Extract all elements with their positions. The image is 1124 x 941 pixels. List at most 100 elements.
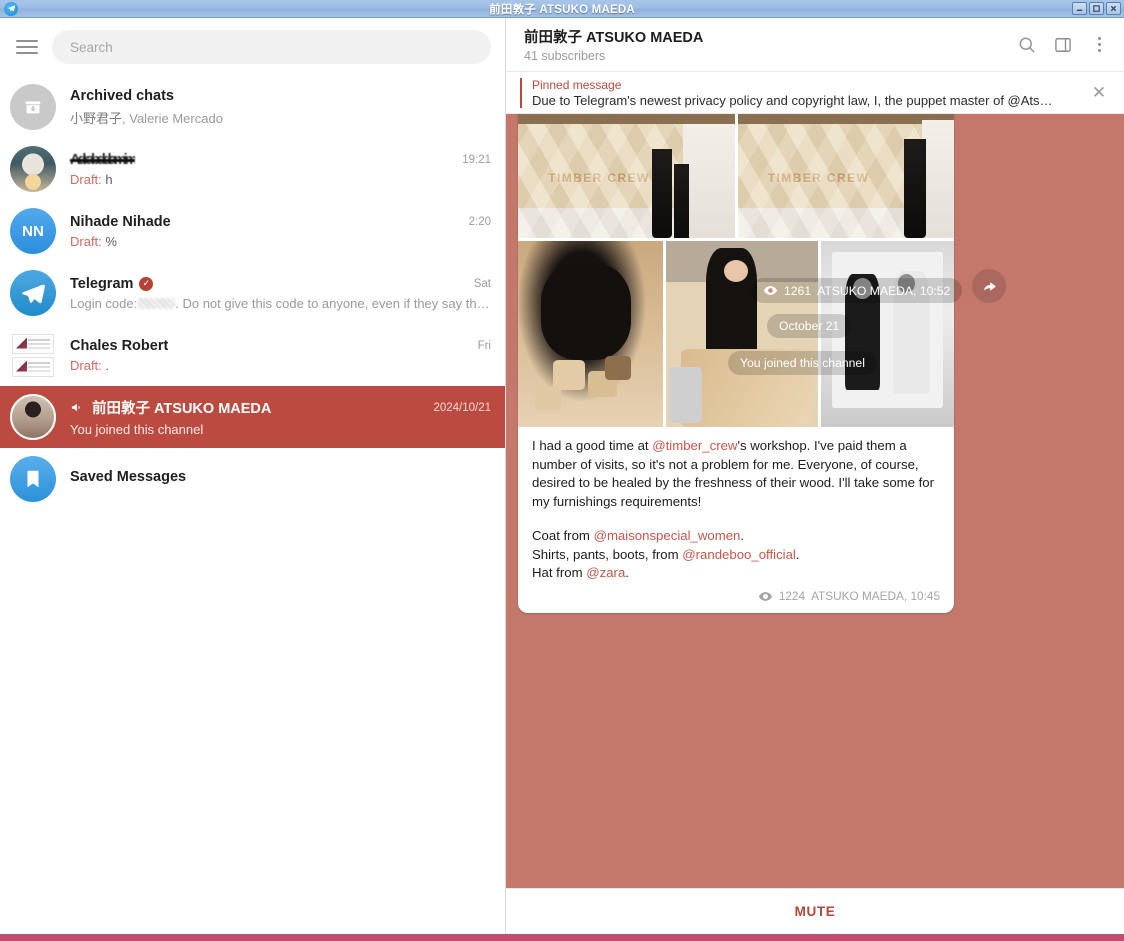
list-item-content: Archived chats 小野君子, Valerie Mercado: [70, 88, 491, 127]
album-photo[interactable]: [518, 241, 663, 427]
mention-link[interactable]: @timber_crew: [652, 438, 737, 453]
sidebar-toolbar: [0, 18, 505, 76]
chat-list-pane: Archived chats 小野君子, Valerie Mercado Adr…: [0, 18, 506, 934]
service-message-label: You joined this channel: [740, 356, 865, 370]
message-list[interactable]: TIMBER CREW TIMBER CREW: [506, 114, 1124, 888]
telegram-icon: [10, 270, 56, 316]
verified-badge-icon: ✓: [139, 277, 153, 291]
pinned-message-text: Due to Telegram's newest privacy policy …: [532, 93, 1078, 108]
view-count: 1261: [784, 284, 811, 298]
chat-name: 前田敦子 ATSUKO MAEDA: [92, 397, 271, 418]
list-item-redacted-contact[interactable]: Adrabddamim 19:21 Draft: h: [0, 138, 505, 200]
list-item-content: Chales Robert Fri Draft: .: [70, 338, 491, 373]
window-title: 前田敦子 ATSUKO MAEDA: [0, 1, 1124, 17]
more-options-icon[interactable]: [1088, 34, 1110, 56]
date-separator: October 21: [767, 314, 851, 338]
mention-link[interactable]: @maisonspecial_women: [594, 528, 741, 543]
text-part: I had a good time at: [532, 438, 652, 453]
list-item-nihade-nihade[interactable]: NN Nihade Nihade 2:20 Draft: %: [0, 200, 505, 262]
avatar-initials: NN: [22, 223, 44, 240]
message-meta: 1224 ATSUKO MAEDA, 10:45: [518, 589, 954, 613]
service-message: You joined this channel: [728, 351, 877, 375]
channel-avatar: [10, 394, 56, 440]
preview-before: Login code:: [70, 296, 137, 311]
redacted-code: [137, 298, 175, 309]
list-item-content: 前田敦子 ATSUKO MAEDA 2024/10/21 You joined …: [70, 397, 491, 437]
message-text: I had a good time at @timber_crew's work…: [518, 427, 954, 589]
photo-caption: TIMBER CREW: [768, 171, 869, 185]
telegram-window: 前田敦子 ATSUKO MAEDA: [0, 0, 1124, 941]
message-line-hat: Hat from @zara.: [532, 564, 940, 583]
list-item-content: Nihade Nihade 2:20 Draft: %: [70, 214, 491, 249]
list-item-saved-messages[interactable]: Saved Messages: [0, 448, 505, 510]
hamburger-menu-icon[interactable]: [14, 34, 40, 60]
initials-avatar: NN: [10, 208, 56, 254]
close-icon[interactable]: ✕: [1088, 82, 1110, 104]
text-part: Coat from: [532, 528, 594, 543]
pinned-message-label: Pinned message: [532, 78, 1078, 92]
eye-icon: [758, 589, 773, 604]
chat-name: Telegram: [70, 276, 133, 292]
message-paragraph: I had a good time at @timber_crew's work…: [532, 437, 940, 511]
bookmark-icon: [10, 456, 56, 502]
chat-time: 2024/10/21: [423, 402, 491, 414]
megaphone-icon: [70, 400, 86, 415]
album-photo[interactable]: TIMBER CREW: [738, 114, 955, 238]
chat-name: Adrabddamim: [70, 152, 135, 168]
window-controls: [1072, 2, 1121, 15]
pinned-message-texts: Pinned message Due to Telegram's newest …: [532, 78, 1078, 108]
chat-preview: Draft: .: [70, 358, 491, 373]
draft-label: Draft:: [70, 234, 102, 249]
text-part: .: [796, 547, 800, 562]
pinned-message-bar[interactable]: Pinned message Due to Telegram's newest …: [506, 72, 1124, 114]
list-item-atsuko-maeda-channel[interactable]: 前田敦子 ATSUKO MAEDA 2024/10/21 You joined …: [0, 386, 505, 448]
search-box[interactable]: [52, 30, 491, 64]
preview-text: .: [105, 358, 109, 373]
page-title: 前田敦子 ATSUKO MAEDA: [524, 26, 703, 47]
chat-preview: You joined this channel: [70, 422, 491, 437]
chat-preview: Draft: %: [70, 234, 491, 249]
mute-button[interactable]: MUTE: [506, 888, 1124, 934]
conversation-header-texts: 前田敦子 ATSUKO MAEDA 41 subscribers: [524, 26, 703, 63]
paragraph-gap: [532, 511, 940, 527]
forward-arrow-icon[interactable]: [972, 269, 1006, 303]
list-item-content: Telegram ✓ Sat Login code:. Do not give …: [70, 276, 491, 311]
chat-name: Saved Messages: [70, 469, 186, 485]
chat-time: 19:21: [452, 154, 491, 166]
date-label: October 21: [779, 319, 839, 333]
chat-time: Fri: [468, 340, 491, 352]
preview-primary: 小野君子: [70, 111, 122, 126]
text-part: .: [740, 528, 744, 543]
text-part: Shirts, pants, boots, from: [532, 547, 682, 562]
conversation-header-actions: [1016, 34, 1110, 56]
list-item-archived-chats[interactable]: Archived chats 小野君子, Valerie Mercado: [0, 76, 505, 138]
search-input[interactable]: [70, 40, 473, 55]
document-thumbnail: [12, 357, 54, 377]
telegram-icon: [4, 2, 18, 16]
chat-preview: Draft: h: [70, 172, 491, 187]
chat-list[interactable]: Archived chats 小野君子, Valerie Mercado Adr…: [0, 76, 505, 934]
chat-name: Nihade Nihade: [70, 214, 171, 230]
maximize-icon[interactable]: [1089, 2, 1104, 15]
photo-album-grid[interactable]: TIMBER CREW TIMBER CREW: [518, 114, 954, 427]
minimize-icon[interactable]: [1072, 2, 1087, 15]
conversation-header: 前田敦子 ATSUKO MAEDA 41 subscribers: [506, 18, 1124, 72]
window-titlebar: 前田敦子 ATSUKO MAEDA: [0, 0, 1124, 18]
chat-name: Archived chats: [70, 88, 174, 104]
chat-preview: 小野君子, Valerie Mercado: [70, 108, 491, 127]
list-item-chales-robert[interactable]: Chales Robert Fri Draft: .: [0, 324, 505, 386]
mention-link[interactable]: @randeboo_official: [682, 547, 796, 562]
mention-link[interactable]: @zara: [586, 565, 625, 580]
draft-label: Draft:: [70, 172, 102, 187]
toggle-info-panel-icon[interactable]: [1052, 34, 1074, 56]
album-photo[interactable]: TIMBER CREW: [518, 114, 735, 238]
archive-icon: [10, 84, 56, 130]
preview-text: %: [105, 234, 117, 249]
preview-secondary: , Valerie Mercado: [122, 111, 223, 126]
chat-name: Chales Robert: [70, 338, 168, 354]
close-icon[interactable]: [1106, 2, 1121, 15]
search-icon[interactable]: [1016, 34, 1038, 56]
conversation-pane: 前田敦子 ATSUKO MAEDA 41 subscribers: [506, 18, 1124, 934]
app-body: Archived chats 小野君子, Valerie Mercado Adr…: [0, 18, 1124, 937]
list-item-telegram[interactable]: Telegram ✓ Sat Login code:. Do not give …: [0, 262, 505, 324]
